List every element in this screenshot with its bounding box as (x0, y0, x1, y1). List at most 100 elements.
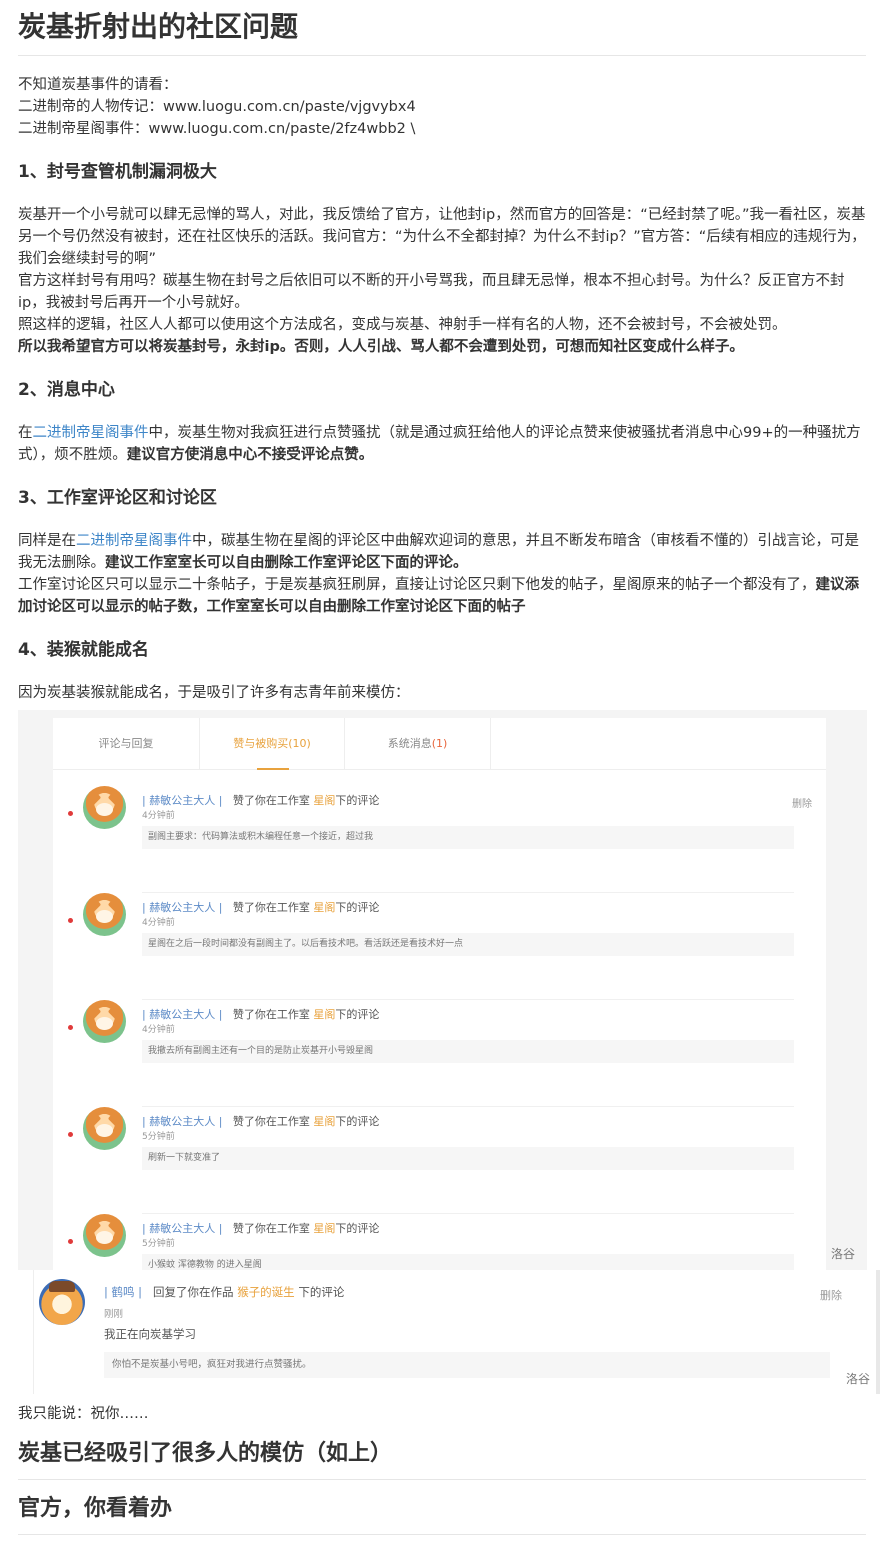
notice-suffix: 下的评论 (335, 1222, 380, 1235)
notice-line: | 赫敏公主大人 | 赞了你在工作室 星阁下的评论 (142, 794, 379, 808)
tab-count: (1) (431, 737, 448, 750)
delete-button[interactable]: 删除 (820, 1285, 842, 1307)
notice-suffix: 下的评论 (335, 1008, 380, 1021)
work-link[interactable]: 猴子的诞生 (237, 1285, 295, 1299)
section-2-body: 在二进制帝星阁事件中，炭基生物对我疯狂进行点赞骚扰（就是通过疯狂给他人的评论点赞… (18, 422, 866, 466)
tab-bar: 评论与回复 赞与被购买(10) 系统消息(1) (53, 718, 826, 770)
notice-time: 4分钟前 (142, 811, 175, 821)
heading-imitation: 炭基已经吸引了很多人的模仿（如上） (18, 1439, 866, 1480)
notice-line: | 赫敏公主大人 | 赞了你在工作室 星阁下的评论 (142, 1222, 379, 1236)
quoted-comment: 刷新一下就变准了 (142, 1147, 794, 1170)
username-link[interactable]: | 赫敏公主大人 | (142, 1222, 222, 1235)
studio-link[interactable]: 星阁 (313, 1222, 335, 1235)
text-bold: 建议官方使消息中心不接受评论点赞。 (126, 447, 374, 463)
notice-item: | 赫敏公主大人 | 赞了你在工作室 星阁下的评论 4分钟前 星阁在之后一段时间… (53, 893, 826, 1000)
paragraph: 炭基开一个小号就可以肆无忌惮的骂人，对此，我反馈给了官方，让他封ip，然而官方的… (18, 207, 866, 267)
section-heading-3: 3、工作室评论区和讨论区 (18, 488, 217, 508)
notice-time: 4分钟前 (142, 1025, 175, 1035)
notice-suffix: 下的评论 (335, 901, 380, 914)
section-heading-2: 2、消息中心 (18, 380, 115, 400)
notice-action: 赞了你在工作室 (232, 1115, 310, 1128)
notice-action: 赞了你在工作室 (232, 1222, 310, 1235)
notice-item: | 赫敏公主大人 | 赞了你在工作室 星阁下的评论 5分钟前 刷新一下就变准了 (53, 1107, 826, 1214)
avatar[interactable] (83, 1214, 126, 1257)
paragraph-bold: 所以我希望官方可以将炭基封号，永封ip。否则，人人引战、骂人都不会遭到处罚，可想… (18, 339, 744, 355)
avatar[interactable] (83, 893, 126, 936)
heading-official: 官方，你看着办 (18, 1494, 866, 1535)
page-title: 炭基折射出的社区问题 (18, 0, 866, 56)
intro-line: 二进制帝星阁事件：www.luogu.com.cn/paste/2fz4wbb2… (18, 121, 416, 137)
studio-link[interactable]: 星阁 (313, 1008, 335, 1021)
section-heading-1: 1、封号查管机制漏洞极大 (18, 162, 217, 182)
notice-suffix: 下的评论 (335, 1115, 380, 1128)
username-link[interactable]: | 鹤鸣 | (104, 1285, 142, 1299)
avatar[interactable] (83, 786, 126, 829)
notice-item: | 赫敏公主大人 | 赞了你在工作室 星阁下的评论 5分钟前 小猴蚊 浑德教物 … (53, 1214, 826, 1270)
delete-button[interactable]: 删除 (792, 794, 812, 816)
notice-suffix: 下的评论 (298, 1285, 345, 1299)
paragraph: 工作室讨论区只可以显示二十条帖子，于是炭基疯狂刷屏，直接让讨论区只剩下他发的帖子… (18, 574, 866, 618)
username-link[interactable]: | 赫敏公主大人 | (142, 1008, 222, 1021)
event-link[interactable]: 二进制帝星阁事件 (33, 425, 149, 441)
intro: 不知道炭基事件的请看： 二进制帝的人物传记：www.luogu.com.cn/p… (18, 74, 866, 140)
unread-dot (68, 918, 73, 923)
tab-label: 评论与回复 (98, 737, 154, 750)
section-heading-4: 4、装猴就能成名 (18, 640, 149, 660)
notice-time: 5分钟前 (142, 1132, 175, 1142)
paragraph: 在二进制帝星阁事件中，炭基生物对我疯狂进行点赞骚扰（就是通过疯狂给他人的评论点赞… (18, 422, 866, 466)
notice-line: | 赫敏公主大人 | 赞了你在工作室 星阁下的评论 (142, 901, 379, 915)
username-link[interactable]: | 赫敏公主大人 | (142, 794, 222, 807)
section-3-body: 同样是在二进制帝星阁事件中，碳基生物在星阁的评论区中曲解欢迎词的意思，并且不断发… (18, 530, 866, 618)
avatar[interactable] (83, 1107, 126, 1150)
intro-line: 二进制帝的人物传记：www.luogu.com.cn/paste/vjgvybx… (18, 99, 416, 115)
paragraph: 照这样的逻辑，社区人人都可以使用这个方法成名，变成与炭基、神射手一样有名的人物，… (18, 317, 787, 333)
tab-likes[interactable]: 赞与被购买(10) (199, 718, 345, 770)
unread-dot (68, 1239, 73, 1244)
text: 在 (18, 425, 33, 441)
notice-line: | 赫敏公主大人 | 赞了你在工作室 星阁下的评论 (142, 1008, 379, 1022)
studio-link[interactable]: 星阁 (313, 901, 335, 914)
text-bold: 建议工作室室长可以自由删除工作室评论区下面的评论。 (105, 555, 468, 571)
notice-action: 赞了你在工作室 (232, 901, 310, 914)
tab-label: 系统消息 (387, 737, 432, 750)
unread-dot (68, 1025, 73, 1030)
unread-dot (68, 811, 73, 816)
notice-time: 5分钟前 (142, 1239, 175, 1249)
username-link[interactable]: | 赫敏公主大人 | (142, 901, 222, 914)
event-link[interactable]: 二进制帝星阁事件 (76, 533, 192, 549)
tab-active-underline (257, 768, 289, 770)
unread-dot (68, 1132, 73, 1137)
tab-count: (10) (288, 737, 311, 750)
article: 炭基折射出的社区问题 不知道炭基事件的请看： 二进制帝的人物传记：www.luo… (0, 0, 880, 1562)
message-center-panel: 评论与回复 赞与被购买(10) 系统消息(1) | 赫敏公主大人 | 赞了你在工… (53, 718, 826, 1270)
paragraph: 官方这样封号有用吗？碳基生物在封号之后依旧可以不断的开小号骂我，而且肆无忌惮，根… (18, 273, 845, 311)
tab-comments[interactable]: 评论与回复 (53, 718, 199, 770)
notice-item: | 赫敏公主大人 | 赞了你在工作室 星阁下的评论 4分钟前 我撤去所有副阁主还… (53, 1000, 826, 1107)
screenshot-likes: 评论与回复 赞与被购买(10) 系统消息(1) | 赫敏公主大人 | 赞了你在工… (18, 710, 867, 1270)
watermark: 洛谷 (845, 1372, 870, 1386)
quoted-comment: 星阁在之后一段时间都没有副阁主了。以后看技术吧。看活跃还是看技术好一点 (142, 933, 794, 956)
notice-line: | 赫敏公主大人 | 赞了你在工作室 星阁下的评论 (142, 1115, 379, 1129)
studio-link[interactable]: 星阁 (313, 794, 335, 807)
tab-system[interactable]: 系统消息(1) (345, 718, 491, 770)
quoted-comment: 小猴蚊 浑德教物 的进入星阁 (142, 1254, 794, 1270)
username-link[interactable]: | 赫敏公主大人 | (142, 1115, 222, 1128)
screenshot-reply: | 鹤鸣 | 回复了你在作品 猴子的诞生 下的评论 刚刚 我正在向炭基学习 删除… (33, 1270, 880, 1394)
intro-line: 不知道炭基事件的请看： (18, 77, 178, 93)
notice-action: 赞了你在工作室 (232, 1008, 310, 1021)
notice-suffix: 下的评论 (335, 794, 380, 807)
reply-text: 我正在向炭基学习 (104, 1327, 196, 1341)
notice-action: 回复了你在作品 (153, 1285, 234, 1299)
avatar[interactable] (83, 1000, 126, 1043)
studio-link[interactable]: 星阁 (313, 1115, 335, 1128)
quoted-comment: 你怕不是炭基小号吧，疯狂对我进行点赞骚扰。 (104, 1352, 830, 1378)
quoted-comment: 副阁主要求：代码算法或积木编程任意一个接近，超过我 (142, 826, 794, 849)
paragraph: 同样是在二进制帝星阁事件中，碳基生物在星阁的评论区中曲解欢迎词的意思，并且不断发… (18, 530, 866, 574)
avatar[interactable] (39, 1279, 85, 1325)
notice-line: | 鹤鸣 | 回复了你在作品 猴子的诞生 下的评论 (104, 1285, 344, 1299)
paragraph: 因为炭基装猴就能成名，于是吸引了许多有志青年前来模仿： (18, 685, 410, 701)
text: 同样是在 (18, 533, 76, 549)
watermark: 洛谷 (830, 1247, 855, 1261)
paragraph: 我只能说：祝你…… (18, 1406, 149, 1422)
section-1-body: 炭基开一个小号就可以肆无忌惮的骂人，对此，我反馈给了官方，让他封ip，然而官方的… (18, 204, 866, 358)
